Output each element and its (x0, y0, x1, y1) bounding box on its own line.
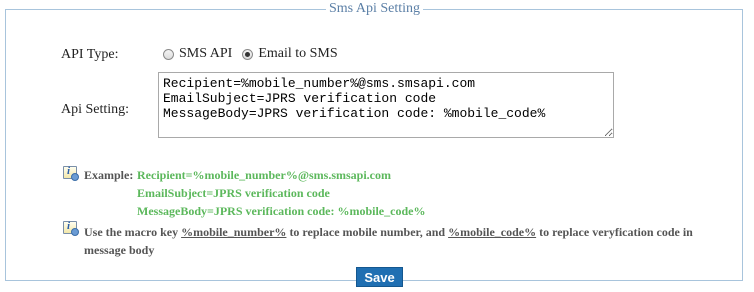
email-to-sms-radio-label[interactable]: Email to SMS (258, 46, 337, 62)
sms-api-setting-panel: Sms Api Setting API Type: SMS API Email … (5, 1, 743, 287)
example-label: Example: (84, 168, 134, 182)
api-type-label: API Type: (61, 47, 119, 62)
api-setting-textarea[interactable] (158, 72, 614, 138)
note-middle: to replace mobile number, and (286, 225, 449, 239)
example-line-2: EmailSubject=JPRS verification code (137, 186, 330, 200)
macro-note: Use the macro key %mobile_number% to rep… (84, 223, 694, 259)
info-icon (63, 220, 79, 236)
api-setting-label: Api Setting: (61, 102, 130, 117)
panel-title: Sms Api Setting (329, 1, 421, 16)
macro-mobile-code: %mobile_code% (448, 225, 537, 239)
save-button[interactable]: Save (356, 267, 403, 287)
sms-api-radio-label[interactable]: SMS API (179, 46, 232, 62)
sms-api-radio[interactable] (163, 48, 174, 60)
example-line-3: MessageBody=JPRS verification code: %mob… (137, 204, 426, 218)
email-to-sms-radio[interactable] (242, 48, 254, 60)
macro-mobile-number: %mobile_number% (181, 225, 287, 239)
info-icon (63, 165, 79, 181)
example-line-1: Recipient=%mobile_number%@sms.smsapi.com (137, 168, 391, 182)
note-prefix: Use the macro key (84, 225, 182, 239)
api-type-radio-group: SMS API Email to SMS (163, 46, 348, 62)
